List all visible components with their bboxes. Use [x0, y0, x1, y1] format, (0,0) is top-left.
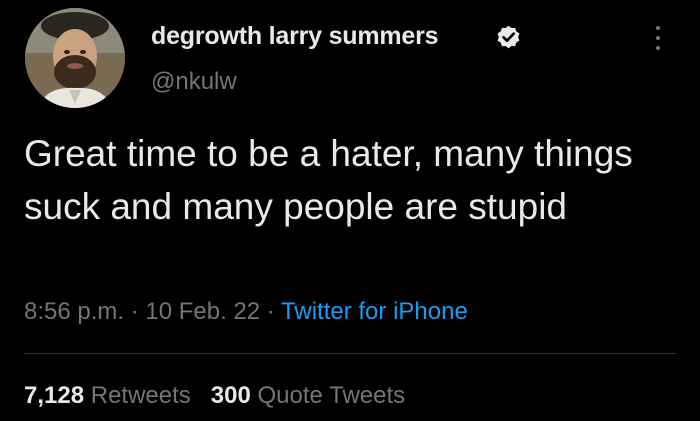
verified-badge-icon — [497, 25, 520, 49]
tweet-card: degrowth larry summers @nkulw Great time… — [0, 0, 700, 421]
tweet-source-link[interactable]: Twitter for iPhone — [281, 298, 468, 325]
tweet-meta: 8:56 p.m. · 10 Feb. 22 · Twitter for iPh… — [24, 298, 468, 326]
quote-tweets-stat[interactable]: 300 Quote Tweets — [211, 382, 405, 409]
author-handle[interactable]: @nkulw — [151, 68, 237, 96]
meta-separator: · — [124, 298, 146, 325]
retweets-label: Retweets — [90, 382, 191, 409]
author-display-name[interactable]: degrowth larry summers — [151, 22, 439, 51]
retweets-count: 7,128 — [24, 382, 85, 409]
tweet-stats: 7,128 Retweets 300 Quote Tweets — [24, 382, 405, 410]
quote-tweets-count: 300 — [210, 382, 251, 409]
tweet-text: Great time to be a hater, many things su… — [24, 133, 633, 227]
divider — [24, 353, 676, 354]
quote-tweets-label: Quote Tweets — [257, 382, 406, 409]
meta-separator: · — [260, 298, 282, 325]
tweet-date[interactable]: 10 Feb. 22 — [145, 298, 260, 325]
avatar-photo — [25, 8, 125, 108]
avatar[interactable] — [25, 8, 125, 108]
retweets-stat[interactable]: 7,128 Retweets — [24, 382, 191, 409]
tweet-time[interactable]: 8:56 p.m. — [24, 298, 124, 325]
more-options-icon[interactable] — [648, 22, 668, 54]
